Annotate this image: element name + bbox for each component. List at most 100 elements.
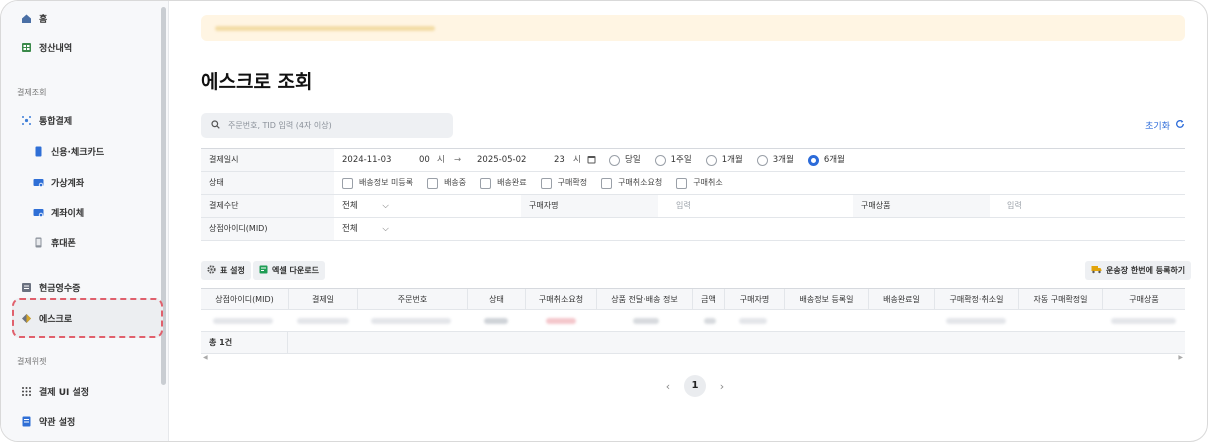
- checkbox-label: 구매확정: [557, 178, 588, 187]
- checkbox-box: [342, 177, 353, 189]
- grid-dots-icon: [21, 386, 32, 397]
- period-radio-1week[interactable]: 1주일: [654, 149, 692, 171]
- status-checkbox[interactable]: 구매확정: [540, 172, 588, 194]
- status-checkbox[interactable]: 배송중: [427, 172, 466, 194]
- sidebar-item-mobile-phone[interactable]: 휴대폰: [33, 233, 76, 251]
- button-label: 운송장 한번에 등록하기: [1106, 266, 1186, 275]
- buyer-name-input[interactable]: 입력: [676, 195, 691, 217]
- filter-label: 구매상품: [853, 195, 990, 217]
- blurred-banner-text: [215, 26, 435, 31]
- sidebar-item-label: 가상계좌: [51, 178, 85, 189]
- checkbox-label: 구매취소: [693, 178, 723, 187]
- sidebar: 홈 정산내역 결제조회 통합결제 신용·체크카드 가상계좌 계좌이체 휴대폰 현…: [1, 1, 169, 441]
- chevron-down-icon: ⌵: [382, 224, 389, 234]
- filter-row-status: 상태 배송정보 미등록 배송중 배송완료 구매확정 구매취소요청 구매취소: [201, 172, 1185, 195]
- column-header[interactable]: 자동 구매확정일: [1019, 289, 1103, 310]
- checkbox-box: [427, 177, 439, 189]
- checkbox-label: 구매취소요청: [618, 178, 663, 187]
- search-icon: [211, 119, 220, 132]
- sidebar-item-cash-receipt[interactable]: 현금영수증: [21, 278, 80, 296]
- sidebar-item-label: 신용·체크카드: [51, 147, 105, 158]
- sidebar-item-account-transfer[interactable]: 계좌이체: [33, 203, 84, 221]
- start-date-input[interactable]: 2024-11-03: [342, 149, 391, 171]
- table-header-row: 상점아이디(MID) 결제일 주문번호 상태 구매취소요청 상품 전달·배송 정…: [201, 288, 1185, 310]
- next-page-icon[interactable]: ›: [713, 380, 731, 393]
- checkbox-box: [676, 177, 688, 189]
- redacted-cell: [484, 318, 508, 324]
- start-hour-select[interactable]: 00: [419, 149, 430, 171]
- column-header[interactable]: 구매확정·취소일: [935, 289, 1019, 310]
- scroll-left-icon[interactable]: ◀: [203, 354, 208, 361]
- escrow-table: 상점아이디(MID) 결제일 주문번호 상태 구매취소요청 상품 전달·배송 정…: [201, 288, 1185, 362]
- end-date-input[interactable]: 2025-05-02: [477, 149, 526, 171]
- redacted-cell: [633, 318, 659, 324]
- column-header[interactable]: 상점아이디(MID): [201, 289, 289, 310]
- search-input[interactable]: 주문번호, TID 입력 (4자 이상): [201, 113, 453, 138]
- sidebar-item-label: 정산내역: [39, 43, 73, 54]
- document-icon: [21, 416, 32, 427]
- prev-page-icon[interactable]: ‹: [659, 380, 677, 393]
- sidebar-item-integrated-payment[interactable]: 통합결제: [21, 111, 72, 129]
- column-header[interactable]: 결제일: [289, 289, 358, 310]
- period-radio-6months[interactable]: 6개월: [807, 149, 845, 171]
- status-checkbox[interactable]: 구매취소: [676, 172, 723, 194]
- end-hour-select[interactable]: 23: [554, 149, 565, 171]
- horizontal-scrollbar[interactable]: ◀ ▶: [201, 354, 1185, 362]
- status-checkbox[interactable]: 구매취소요청: [601, 172, 662, 194]
- column-header[interactable]: 배송완료일: [869, 289, 935, 310]
- radio-circle: [705, 154, 717, 166]
- hour-unit: 시: [573, 155, 581, 165]
- sidebar-item-credit-card[interactable]: 신용·체크카드: [33, 142, 104, 160]
- excel-download-button[interactable]: 엑셀 다운로드: [253, 261, 325, 280]
- app-window: 홈 정산내역 결제조회 통합결제 신용·체크카드 가상계좌 계좌이체 휴대폰 현…: [0, 0, 1208, 442]
- period-radio-today[interactable]: 당일: [609, 149, 641, 171]
- filter-label: 결제일시: [201, 149, 334, 171]
- sidebar-item-settlement[interactable]: 정산내역: [21, 38, 72, 56]
- mid-select[interactable]: 전체 ⌵: [342, 218, 522, 240]
- calendar-icon[interactable]: [587, 149, 596, 171]
- sidebar-item-virtual-account[interactable]: 가상계좌: [33, 173, 84, 191]
- column-header[interactable]: 배송정보 등록일: [785, 289, 869, 310]
- table-total-row: 총 1건: [201, 332, 1185, 354]
- page-number-current[interactable]: 1: [684, 375, 706, 397]
- column-header[interactable]: 상품 전달·배송 정보: [597, 289, 693, 310]
- sidebar-item-label: 휴대폰: [51, 238, 76, 249]
- radio-circle: [609, 154, 620, 166]
- filter-row-method: 결제수단 전체 ⌵ 구매자명 입력 구매상품 입력: [201, 195, 1185, 218]
- column-header[interactable]: 상태: [468, 289, 526, 310]
- checkbox-box: [480, 177, 492, 189]
- reset-label: 초기화: [1145, 122, 1170, 132]
- status-checkbox[interactable]: 배송정보 미등록: [342, 172, 413, 194]
- sidebar-item-label: 통합결제: [39, 116, 73, 127]
- column-header[interactable]: 주문번호: [358, 289, 468, 310]
- column-header[interactable]: 금액: [693, 289, 725, 310]
- period-radio-group: 당일 1주일 1개월 3개월 6개월: [609, 149, 859, 171]
- radio-label: 1개월: [721, 155, 743, 165]
- sidebar-item-home[interactable]: 홈: [21, 9, 47, 27]
- table-row[interactable]: [201, 310, 1185, 332]
- sidebar-item-label: 약관 설정: [39, 417, 76, 428]
- register-waybill-button[interactable]: 운송장 한번에 등록하기: [1085, 261, 1192, 280]
- column-header[interactable]: 구매자명: [725, 289, 785, 310]
- status-checkbox[interactable]: 배송완료: [480, 172, 527, 194]
- excel-icon: [259, 265, 268, 276]
- product-input[interactable]: 입력: [1007, 195, 1022, 217]
- column-header[interactable]: 구매상품: [1103, 289, 1185, 310]
- redacted-cell: [946, 318, 1006, 324]
- checkbox-label: 배송완료: [497, 178, 527, 187]
- sidebar-item-escrow[interactable]: 에스크로: [21, 309, 72, 327]
- filter-table: 결제일시 2024-11-03 00 시 → 2025-05-02 23 시 당…: [201, 148, 1185, 241]
- payment-method-select[interactable]: 전체 ⌵: [342, 195, 522, 217]
- scroll-right-icon[interactable]: ▶: [1178, 354, 1183, 361]
- period-radio-1month[interactable]: 1개월: [705, 149, 743, 171]
- filter-label: 상태: [201, 172, 334, 194]
- escrow-icon: [21, 313, 32, 324]
- select-value: 전체: [342, 224, 358, 234]
- reset-button[interactable]: 초기화: [1145, 119, 1185, 132]
- sidebar-item-terms-settings[interactable]: 약관 설정: [21, 412, 75, 430]
- period-radio-3months[interactable]: 3개월: [756, 149, 794, 171]
- column-header[interactable]: 구매취소요청: [526, 289, 597, 310]
- redacted-cell: [297, 318, 349, 324]
- sidebar-item-payment-ui-settings[interactable]: 결제 UI 설정: [21, 382, 89, 400]
- table-settings-button[interactable]: 표 설정: [201, 261, 251, 280]
